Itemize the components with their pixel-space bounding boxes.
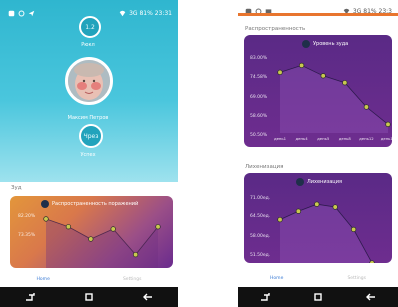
data-point[interactable] (342, 80, 348, 86)
lichenification-chart: Лихенизация 71.00ед. 64.50ед. 58.00ед. 5… (244, 173, 392, 263)
system-nav-bar (0, 287, 178, 307)
top-stat-value: 1.2 (85, 23, 95, 31)
chart-plot: день1 день4 день5 день8 день12 день19 (274, 62, 392, 141)
nav-home[interactable]: Home (270, 276, 283, 281)
app-screen-profile: 3G 81% 23:31 1.2 Рюкл Максим Петров Чрез… (0, 0, 178, 307)
data-point[interactable] (350, 226, 357, 233)
chart-plot (277, 201, 375, 263)
top-accent-strip (238, 13, 398, 16)
data-point[interactable] (277, 216, 283, 223)
section-title: Распространенность (245, 26, 306, 32)
data-point[interactable] (369, 260, 375, 263)
data-point[interactable] (277, 69, 283, 75)
x-tick-label: день12 (359, 136, 374, 141)
data-point[interactable] (88, 236, 94, 242)
x-tick-label: день4 (296, 136, 309, 141)
home-icon[interactable] (84, 292, 94, 302)
lesions-chart: Распространенность поражений 82.20% 73.3… (10, 196, 173, 268)
itch-chart: Уровень зуда 83.00% 74.58% 69.00% 58.60%… (244, 35, 392, 147)
bottom-nav: Home Settings (238, 271, 398, 286)
system-nav-bar (238, 287, 398, 307)
recents-icon[interactable] (259, 292, 271, 302)
chart-plot (43, 216, 161, 268)
bottom-stat-caption: Успех (80, 152, 96, 158)
sync-icon (18, 10, 25, 16)
patient-name: Максим Петров (67, 115, 109, 121)
data-point[interactable] (332, 204, 338, 210)
x-tick-label: день1 (274, 136, 287, 141)
data-point[interactable] (110, 226, 116, 232)
avatar-photo (68, 60, 110, 102)
home-icon[interactable] (313, 292, 323, 302)
data-point[interactable] (43, 216, 49, 222)
series-area (280, 65, 388, 133)
section-title: Зуд (11, 185, 22, 191)
data-point[interactable] (155, 224, 161, 230)
x-tick-label: день19 (381, 136, 392, 141)
nav-home[interactable]: Home (37, 277, 50, 282)
x-tick-label: день8 (339, 136, 352, 141)
status-text: 3G 81% 23:31 (129, 9, 172, 17)
top-stat-bubble: 1.2 (79, 16, 101, 38)
data-point[interactable] (65, 224, 72, 230)
bottom-nav: Home Settings (0, 272, 178, 287)
send-icon (28, 10, 35, 16)
avatar[interactable] (65, 57, 113, 105)
data-point[interactable] (320, 73, 326, 79)
data-point[interactable] (298, 62, 305, 69)
data-point[interactable] (314, 201, 320, 207)
nav-settings[interactable]: Settings (123, 277, 141, 282)
nav-settings[interactable]: Settings (347, 276, 365, 281)
series-area (46, 218, 158, 268)
bottom-stat-bubble: Чрез (79, 124, 103, 148)
status-bar: 3G 81% 23:3 (238, 0, 398, 22)
data-point[interactable] (132, 251, 139, 258)
back-arrow-icon[interactable] (365, 292, 377, 302)
top-stat-caption: Рюкл (81, 42, 95, 48)
back-arrow-icon[interactable] (142, 292, 154, 302)
x-tick-label: день5 (317, 136, 330, 141)
app-icon (8, 10, 15, 16)
section-title: Лихенизация (245, 164, 284, 170)
data-point[interactable] (385, 121, 391, 127)
data-point[interactable] (363, 104, 370, 110)
app-screen-statistics: 3G 81% 23:3 Распространенность Уровень з… (238, 0, 398, 307)
data-point[interactable] (295, 208, 302, 214)
recents-icon[interactable] (24, 292, 36, 302)
bottom-stat-value: Чрез (83, 132, 99, 140)
wifi-icon (119, 10, 126, 16)
